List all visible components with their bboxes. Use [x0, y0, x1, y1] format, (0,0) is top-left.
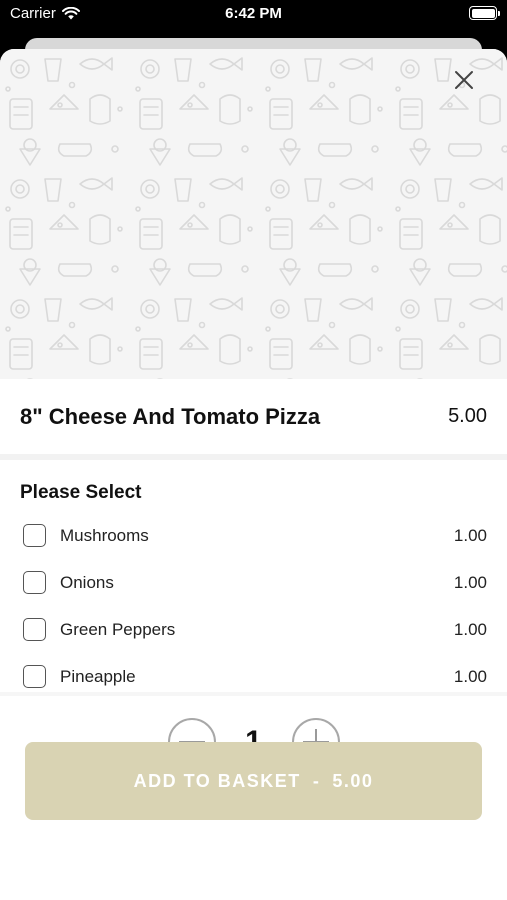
- option-price: 1.00: [453, 666, 487, 686]
- product-price: 5.00: [448, 405, 487, 427]
- option-label: Green Peppers: [60, 619, 176, 639]
- options-heading: Please Select: [20, 482, 142, 503]
- option-price: 1.00: [453, 572, 487, 592]
- option-checkbox[interactable]: [23, 618, 46, 641]
- option-checkbox[interactable]: [23, 524, 46, 547]
- add-to-basket-total: 5.00: [332, 770, 374, 791]
- product-image: [0, 49, 507, 379]
- food-doodle-pattern: [0, 49, 507, 379]
- product-header: 8" Cheese And Tomato Pizza 5.00: [0, 379, 507, 454]
- option-label: Pineapple: [60, 666, 136, 686]
- close-icon[interactable]: [451, 67, 477, 93]
- option-row[interactable]: Onions 1.00: [20, 559, 487, 606]
- option-row[interactable]: Pineapple 1.00: [20, 653, 487, 692]
- options-section: Please Select Mushrooms 1.00 Onions 1.00…: [0, 460, 507, 692]
- battery-icon: [469, 6, 500, 20]
- option-price: 1.00: [453, 619, 487, 639]
- option-checkbox[interactable]: [23, 571, 46, 594]
- status-time: 6:42 PM: [225, 5, 282, 22]
- add-to-basket-label: ADD TO BASKET: [133, 770, 301, 791]
- option-label: Mushrooms: [60, 525, 149, 545]
- add-to-basket-separator: -: [312, 770, 321, 791]
- option-row[interactable]: Green Peppers 1.00: [20, 606, 487, 653]
- option-row[interactable]: Mushrooms 1.00: [20, 512, 487, 559]
- option-checkbox[interactable]: [23, 665, 46, 688]
- product-name: 8" Cheese And Tomato Pizza: [20, 403, 321, 429]
- option-price: 1.00: [453, 525, 487, 545]
- add-to-basket-button[interactable]: ADD TO BASKET - 5.00: [25, 742, 482, 820]
- status-bar: Carrier 6:42 PM: [0, 0, 507, 30]
- option-label: Onions: [60, 572, 114, 592]
